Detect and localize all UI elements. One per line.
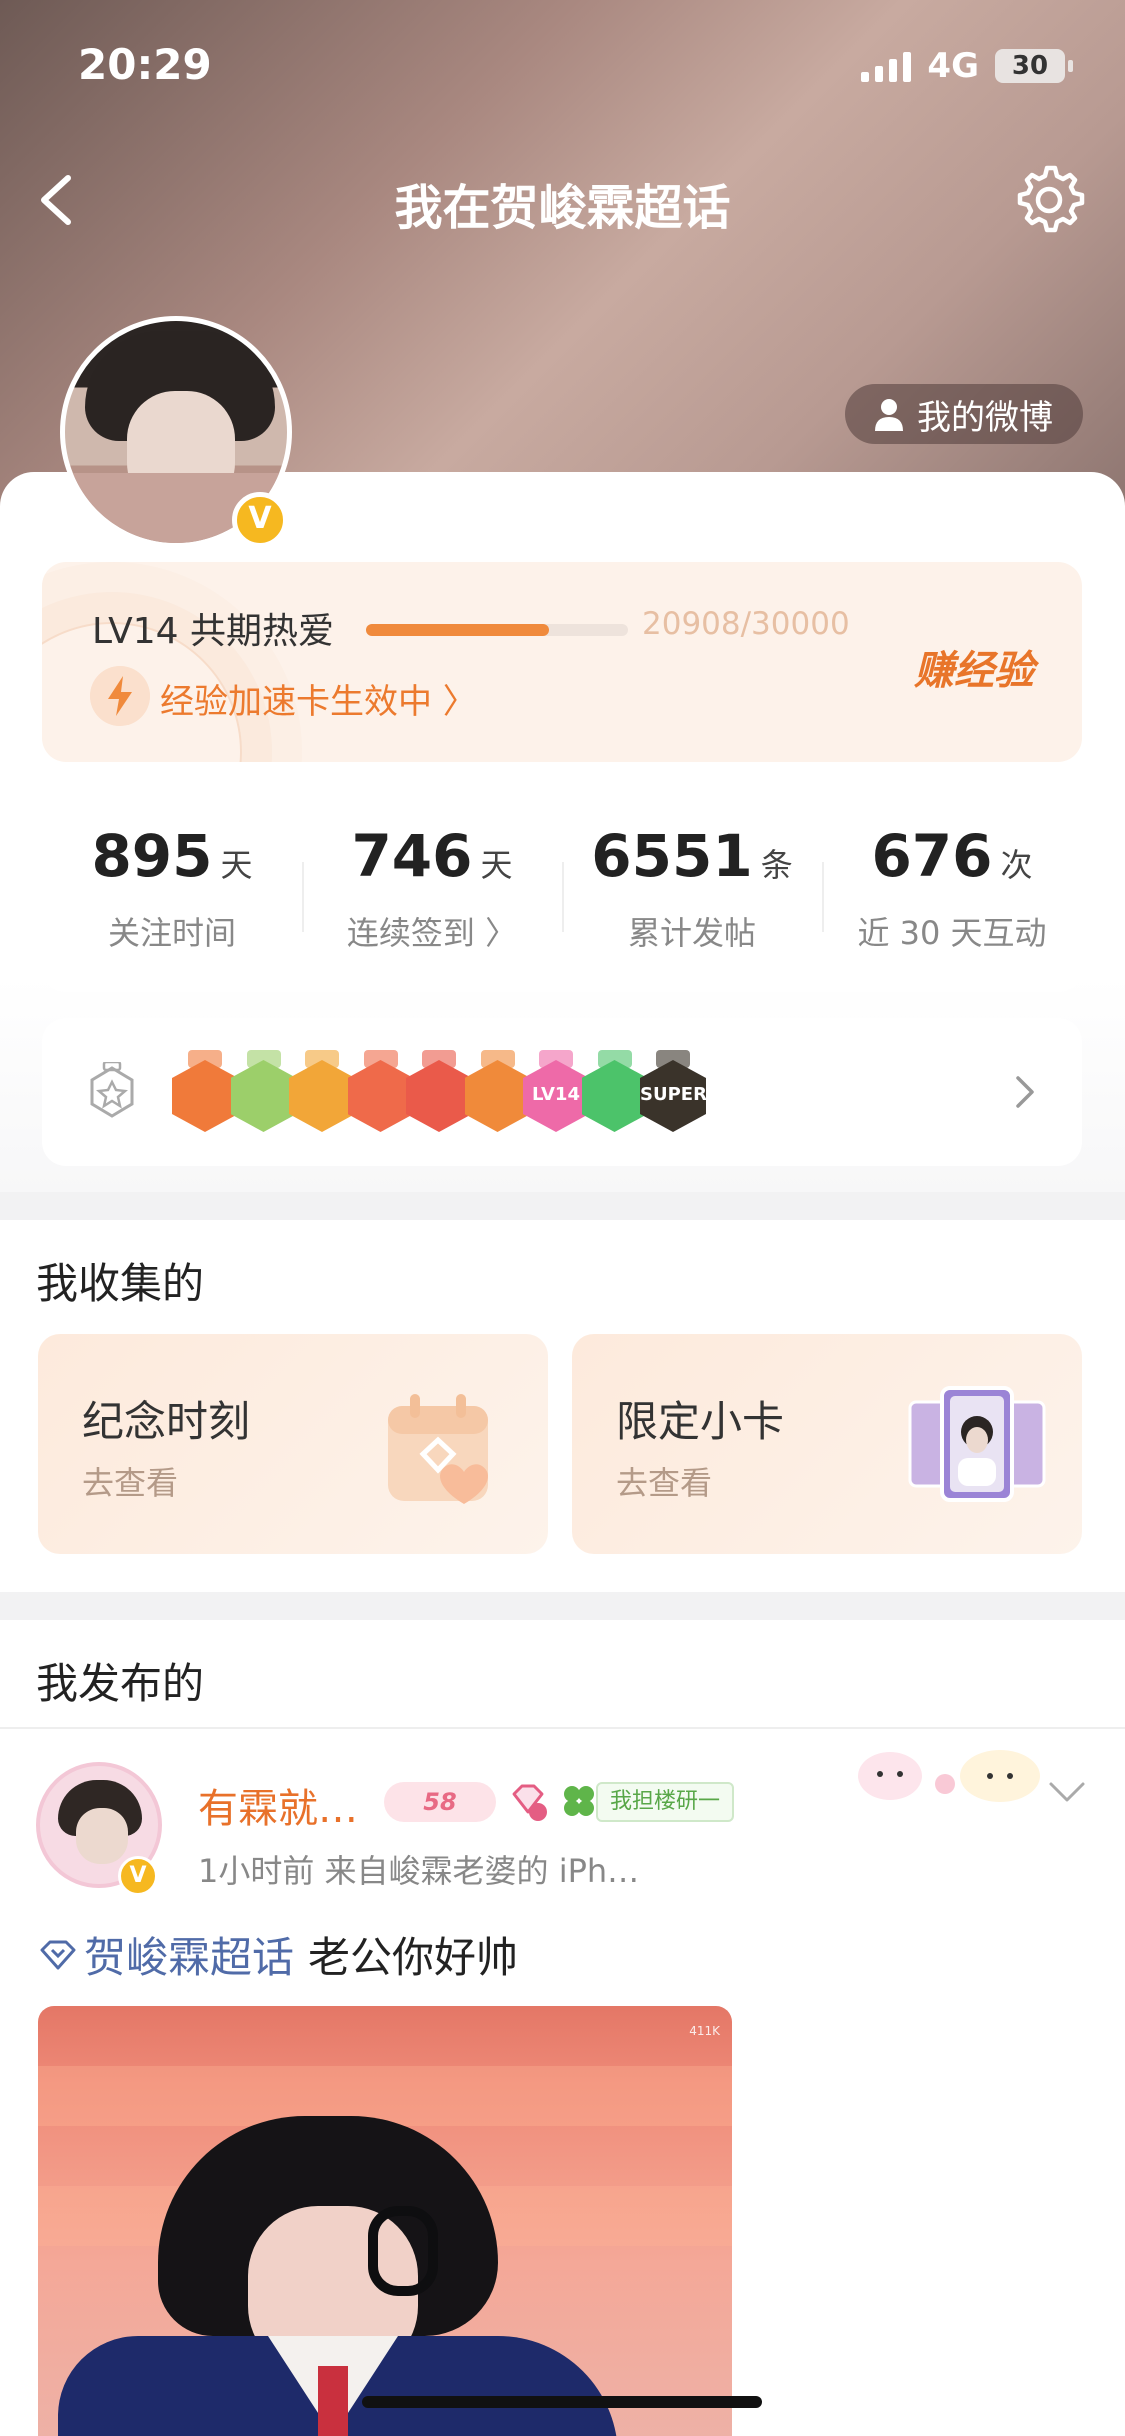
post-meta: 1小时前 来自峻霖老婆的 iPh…	[198, 1852, 640, 1890]
topic-link[interactable]: 贺峻霖超话	[38, 1924, 294, 1985]
user-level-badge: 58	[384, 1782, 496, 1822]
topic-name: 贺峻霖超话	[84, 1933, 295, 1982]
diamond-badge-icon	[512, 1784, 547, 1821]
published-section-title: 我发布的	[36, 1659, 205, 1708]
earn-exp-button[interactable]: 赚经验	[914, 638, 1034, 696]
stat-follow-days: 895 天 关注时间	[42, 822, 302, 954]
decoration-stickers	[858, 1750, 1040, 1802]
card-link: 去查看	[616, 1464, 713, 1502]
page-title: 我在贺峻霖超话	[394, 180, 731, 236]
badge-label: SUPER	[640, 1084, 707, 1105]
stat-checkin-days[interactable]: 746 天 连续签到 〉	[302, 822, 562, 954]
stat-value: 746	[351, 822, 473, 890]
chevron-right-icon[interactable]	[1012, 1072, 1038, 1112]
post-image[interactable]: 411K	[38, 2006, 732, 2436]
stat-unit: 天	[220, 846, 253, 884]
stat-value: 676	[871, 822, 993, 890]
nav-bar: 我在贺峻霖超话	[0, 150, 1125, 250]
stat-unit: 天	[480, 846, 513, 884]
home-indicator	[362, 2396, 762, 2408]
card-title: 纪念时刻	[82, 1397, 251, 1446]
stat-value: 6551	[591, 822, 753, 890]
limited-cards-card[interactable]: 限定小卡 去查看	[572, 1334, 1082, 1554]
stat-label: 累计发帖	[627, 914, 756, 952]
stat-unit: 条	[760, 846, 793, 884]
verified-badge: V	[118, 1856, 158, 1896]
post-text: 老公你好帅	[308, 1933, 519, 1982]
signal-icon	[861, 50, 912, 82]
medal-icon	[90, 1062, 134, 1118]
card-title: 限定小卡	[616, 1397, 785, 1446]
network-type: 4G	[927, 46, 979, 86]
super-badge-icon: SUPER	[638, 1050, 708, 1134]
status-icons: 4G 30	[861, 46, 1073, 86]
stat-value: 895	[91, 822, 213, 890]
stat-label: 关注时间	[107, 914, 236, 952]
stat-unit: 次	[1000, 846, 1033, 884]
collected-section-title: 我收集的	[36, 1259, 205, 1308]
section-divider	[0, 1592, 1125, 1620]
stat-label: 近 30 天互动	[857, 914, 1047, 952]
card-link: 去查看	[82, 1464, 179, 1502]
photo-card-icon	[908, 1386, 1046, 1502]
stat-posts: 6551 条 累计发帖	[562, 822, 822, 954]
status-time: 20:29	[78, 40, 212, 89]
post-author-name[interactable]: 有霖就…	[198, 1776, 358, 1834]
status-bar: 20:29 4G 30	[0, 0, 1125, 130]
exp-count: 20908/30000	[642, 606, 850, 642]
stats-card: 895 天 关注时间 746 天 连续签到 〉 6551 条 累计发帖 676 次 近 …	[42, 792, 1082, 992]
chevron-down-icon[interactable]	[1047, 1780, 1087, 1806]
battery-icon: 30	[995, 49, 1073, 83]
diamond-topic-icon	[40, 1940, 76, 1969]
section-divider	[0, 1192, 1125, 1220]
exp-progress-bar	[366, 624, 628, 636]
level-label: LV14 共期热爱	[92, 611, 334, 652]
post-content: 贺峻霖超话 老公你好帅	[38, 1924, 518, 1985]
memorial-moments-card[interactable]: 纪念时刻 去查看	[38, 1334, 548, 1554]
image-overlay-text: 411K	[689, 2024, 720, 2038]
boost-status-link[interactable]: 经验加速卡生效中 〉	[160, 674, 477, 723]
fan-tag: 我担楼研一	[596, 1782, 735, 1822]
exp-progress-fill	[366, 624, 549, 636]
badges-card[interactable]: LV14 SUPER	[42, 1018, 1082, 1166]
user-icon	[875, 399, 903, 431]
verified-badge: V	[232, 492, 288, 548]
gear-icon[interactable]	[1011, 162, 1087, 238]
calendar-heart-icon	[388, 1394, 488, 1504]
lightning-icon	[90, 666, 150, 726]
stat-label: 连续签到 〉	[346, 914, 518, 952]
divider	[0, 1727, 1125, 1729]
my-weibo-button[interactable]: 我的微博	[845, 384, 1083, 444]
clover-icon	[564, 1786, 594, 1816]
my-weibo-label: 我的微博	[917, 397, 1053, 438]
level-card[interactable]: LV14 共期热爱 20908/30000 经验加速卡生效中 〉 赚经验	[42, 562, 1082, 762]
stat-interactions: 676 次 近 30 天互动	[822, 822, 1082, 954]
